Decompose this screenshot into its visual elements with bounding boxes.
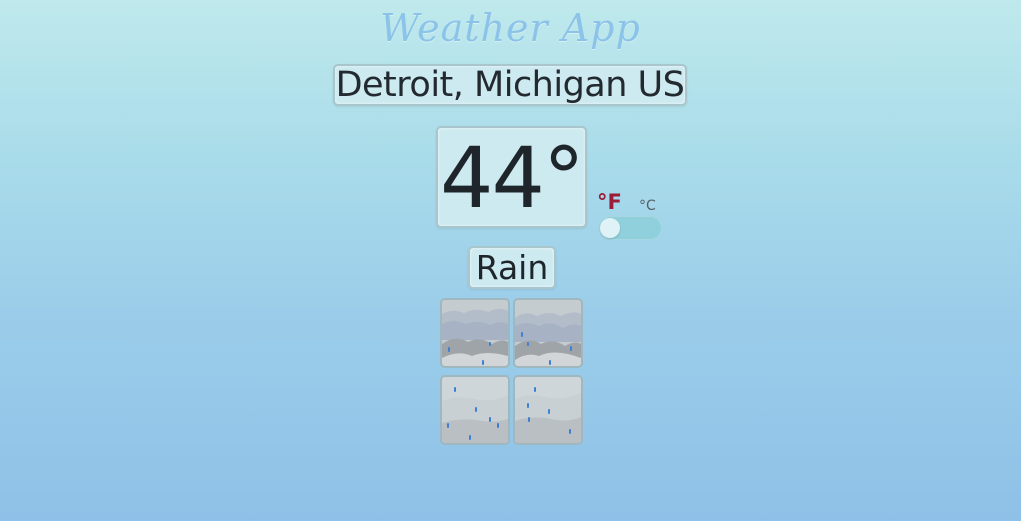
- rain-icon: [440, 375, 510, 445]
- weather-icon-grid: [440, 298, 586, 446]
- condition-display: Rain: [468, 246, 556, 289]
- unit-toggle[interactable]: [599, 216, 662, 240]
- temperature-display: 44°: [436, 126, 587, 228]
- location-display: Detroit, Michigan US: [333, 64, 687, 106]
- app-title: Weather App: [380, 6, 641, 50]
- rain-icon: [513, 375, 583, 445]
- celsius-label[interactable]: °C: [639, 198, 656, 214]
- cloudy-rain-icon: [440, 298, 510, 368]
- fahrenheit-label[interactable]: °F: [597, 190, 622, 214]
- cloudy-rain-icon: [513, 298, 583, 368]
- toggle-knob[interactable]: [600, 218, 620, 238]
